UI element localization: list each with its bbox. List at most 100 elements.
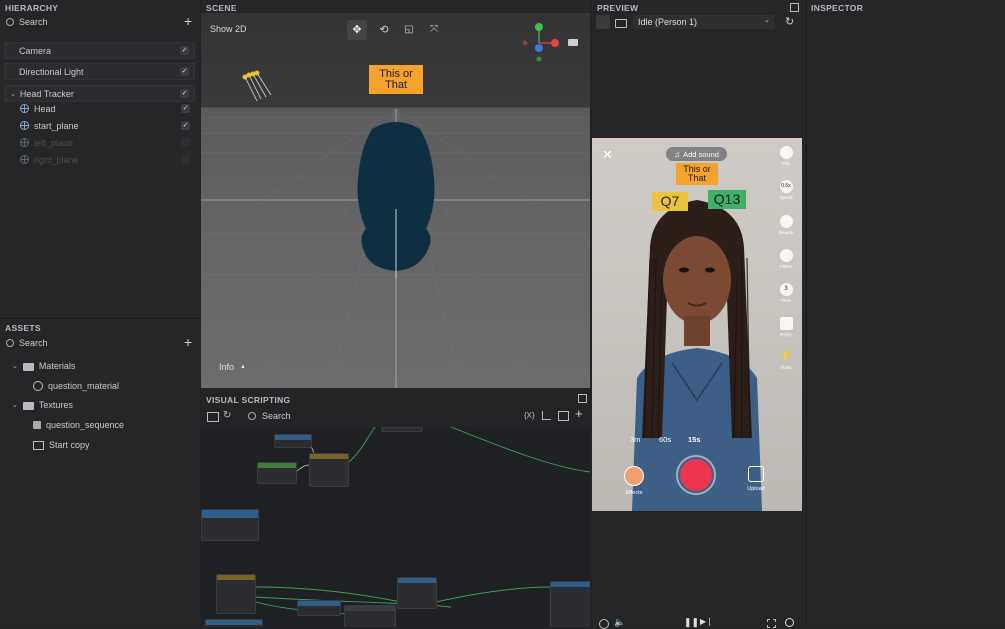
asset-item-question-material[interactable]: question_material <box>33 381 119 391</box>
reload-icon[interactable]: ↻ <box>785 15 794 28</box>
visibility-checkbox[interactable]: ✓ <box>180 46 189 55</box>
hierarchy-item-left-plane[interactable]: left_plane ✓ <box>4 135 195 150</box>
refresh-icon[interactable]: ↻ <box>223 410 231 421</box>
add-object-button[interactable]: + <box>184 13 192 29</box>
record-preview-icon[interactable] <box>785 618 794 627</box>
script-node[interactable] <box>216 574 256 614</box>
hierarchy-item-label: Head <box>34 103 56 114</box>
script-node[interactable] <box>550 581 590 627</box>
variables-button[interactable]: {X} <box>524 411 535 420</box>
script-node[interactable] <box>205 619 263 627</box>
duration-3m[interactable]: 3m <box>630 435 640 444</box>
add-node-button[interactable]: + <box>575 406 583 421</box>
node-graph-canvas[interactable] <box>201 427 590 627</box>
chevron-down-icon[interactable]: ⌄ <box>12 362 18 370</box>
upload-icon <box>748 466 764 482</box>
asset-folder-materials[interactable]: ⌄ Materials <box>12 361 75 371</box>
flash-button[interactable]: ⚡ Flash <box>776 350 796 370</box>
visibility-checkbox[interactable]: ✓ <box>181 138 190 147</box>
script-node[interactable] <box>397 577 437 609</box>
phone-preview[interactable]: ✕ ♫ Add sound This or That Q7 Q13 Flip 0… <box>592 138 802 511</box>
script-node[interactable] <box>309 453 349 487</box>
panel-toggle-icon[interactable] <box>207 412 219 422</box>
chevron-down-icon[interactable]: ⌄ <box>12 401 18 409</box>
asset-item-question-sequence[interactable]: question_sequence <box>33 420 124 430</box>
head-occluder[interactable] <box>346 119 446 279</box>
beauty-button[interactable]: Beauty <box>776 215 796 235</box>
hierarchy-item-camera[interactable]: Camera ✓ <box>4 42 195 59</box>
visibility-checkbox[interactable]: ✓ <box>181 121 190 130</box>
visibility-checkbox[interactable]: ✓ <box>180 89 189 98</box>
visibility-checkbox[interactable]: ✓ <box>181 104 190 113</box>
script-node[interactable] <box>381 427 423 432</box>
hierarchy-item-label: left_plane <box>34 137 74 148</box>
preview-layout-button[interactable] <box>596 15 610 29</box>
rotate-tool-button[interactable]: ⟲ <box>374 20 394 40</box>
filters-button[interactable]: Filters <box>776 249 796 269</box>
open-external-icon[interactable] <box>578 394 587 403</box>
axis-gizmo[interactable] <box>519 23 563 63</box>
script-node[interactable] <box>297 600 341 616</box>
script-node[interactable] <box>201 509 259 541</box>
duration-15s[interactable]: 15s <box>688 435 701 444</box>
duration-60s[interactable]: 60s <box>659 435 671 444</box>
close-icon[interactable]: ✕ <box>602 147 613 163</box>
hierarchy-item-directional-light[interactable]: Directional Light ✓ <box>4 63 195 80</box>
add-sound-button[interactable]: ♫ Add sound <box>666 147 727 161</box>
music-note-icon: ♫ <box>674 149 681 159</box>
record-button[interactable] <box>676 455 716 495</box>
script-node[interactable] <box>274 434 312 448</box>
open-external-icon[interactable] <box>790 3 799 12</box>
hierarchy-item-right-plane[interactable]: right_plane ✓ <box>4 152 195 167</box>
preview-mode-select[interactable]: Idle (Person 1) ⌄ <box>633 15 775 29</box>
visibility-checkbox[interactable]: ✓ <box>181 155 190 164</box>
flip-button[interactable]: Flip <box>776 146 796 166</box>
effects-button[interactable]: Effects <box>622 466 646 496</box>
add-asset-button[interactable]: + <box>184 334 192 350</box>
visibility-checkbox[interactable]: ✓ <box>180 67 189 76</box>
hierarchy-item-start-plane[interactable]: start_plane ✓ <box>4 118 195 133</box>
hierarchy-item-head-tracker[interactable]: ⌄ Head Tracker ✓ <box>4 85 195 102</box>
volume-icon[interactable]: 🔈 <box>614 617 625 628</box>
timer-icon: 3 <box>779 283 793 296</box>
search-icon <box>6 18 14 26</box>
camera-icon[interactable] <box>615 19 627 28</box>
timer-button[interactable]: 3 Timer <box>776 283 796 303</box>
preview-mode-value: Idle (Person 1) <box>638 17 698 27</box>
reply-button[interactable]: Reply <box>776 317 796 337</box>
window-icon[interactable] <box>558 411 569 421</box>
light-gizmo-icon[interactable] <box>239 69 279 105</box>
hierarchy-item-head[interactable]: Head ✓ <box>4 101 195 116</box>
speed-button[interactable]: 0.5x Speed <box>776 180 796 200</box>
pause-icon[interactable]: ❚❚ <box>684 617 699 628</box>
show-2d-toggle[interactable]: Show 2D <box>210 24 247 34</box>
step-forward-icon[interactable]: ▶❘ <box>700 617 713 626</box>
preview-panel: PREVIEW Idle (Person 1) ⌄ ↻ ✕ ♫ Add soun… <box>592 0 805 629</box>
globe-icon <box>20 155 29 164</box>
scale-tool-button[interactable]: ◱ <box>399 20 419 40</box>
scene-sign[interactable]: This or That <box>369 65 423 94</box>
assets-search-input[interactable]: Search <box>19 338 48 348</box>
sign-text: This or That <box>379 67 413 91</box>
assets-panel: ASSETS Search + ⌄ Materials question_mat… <box>0 318 199 628</box>
hierarchy-view-icon[interactable] <box>542 411 551 420</box>
visual-scripting-title: VISUAL SCRIPTING <box>206 395 291 405</box>
scene-viewport[interactable]: Show 2D ✥ ⟲ ◱ ⤧ This or That Info ▲ <box>201 13 590 388</box>
script-node[interactable] <box>257 462 297 484</box>
script-node[interactable] <box>344 605 396 627</box>
info-toggle[interactable]: Info ▲ <box>219 362 246 372</box>
record-icon <box>680 459 712 491</box>
chevron-down-icon[interactable]: ⌄ <box>10 90 16 98</box>
hierarchy-search-input[interactable]: Search <box>19 17 48 27</box>
asset-item-start-copy[interactable]: Start copy <box>33 440 90 450</box>
visual-scripting-search-input[interactable]: Search <box>262 411 291 421</box>
chevron-down-icon: ⌄ <box>764 17 770 24</box>
hierarchy-item-label: Camera <box>19 45 52 56</box>
asset-folder-textures[interactable]: ⌄ Textures <box>12 400 73 410</box>
compass-icon[interactable] <box>599 619 609 629</box>
camera-icon[interactable] <box>568 39 578 46</box>
move-tool-button[interactable]: ✥ <box>347 20 367 40</box>
upload-button[interactable]: Upload <box>744 466 768 492</box>
transform-tool-button[interactable]: ⤧ <box>424 20 444 40</box>
question-left-label: Q7 <box>652 192 688 211</box>
